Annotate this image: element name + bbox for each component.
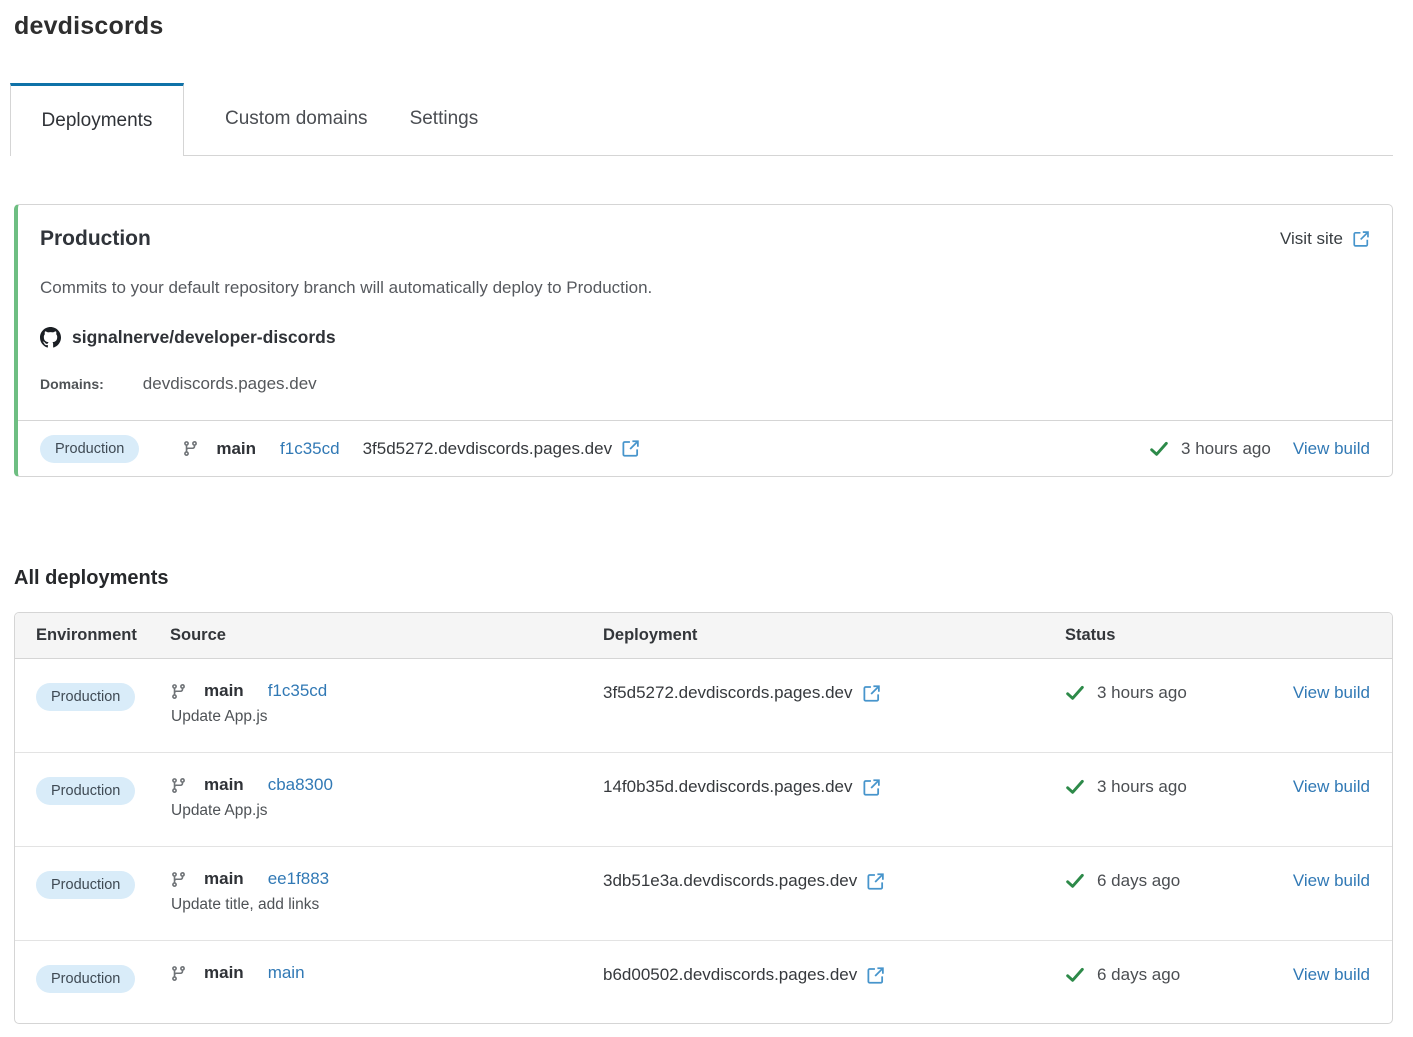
visit-site-label: Visit site [1280, 229, 1343, 249]
commit-link[interactable]: f1c35cd [280, 439, 340, 459]
deployment-cell: 3f5d5272.devdiscords.pages.dev [603, 681, 1065, 703]
domains-row: Domains: devdiscords.pages.dev [40, 374, 1370, 394]
production-deployment-row: Production main f1c35cd 3f5d5272.devdisc… [18, 420, 1392, 476]
status-time: 3 hours ago [1181, 439, 1271, 459]
external-link-icon [862, 778, 881, 797]
repository-name: signalnerve/developer-discords [72, 327, 336, 348]
environment-badge: Production [36, 871, 135, 899]
commit-link[interactable]: cba8300 [268, 775, 333, 795]
open-deployment-link[interactable] [621, 439, 640, 458]
deployment-url: 3db51e3a.devdiscords.pages.dev [603, 871, 857, 891]
commit-link[interactable]: f1c35cd [268, 681, 328, 701]
open-deployment-link[interactable] [866, 966, 885, 985]
table-row: Production main ee1f883 Update title, ad… [15, 847, 1392, 941]
source-cell: main f1c35cd Update App.js [170, 681, 603, 726]
view-build-link[interactable]: View build [1293, 777, 1370, 796]
view-build-link[interactable]: View build [1293, 871, 1370, 890]
status-cell: 3 hours ago [1065, 775, 1283, 797]
external-link-icon [1352, 230, 1370, 248]
branch-name: main [216, 439, 256, 459]
table-header: Environment Source Deployment Status [15, 613, 1392, 659]
source-cell: main main [170, 963, 603, 983]
check-icon [1065, 778, 1085, 796]
production-card: Production Visit site Commits to your de… [14, 204, 1393, 477]
branch-name: main [204, 869, 244, 889]
external-link-icon [862, 684, 881, 703]
git-branch-icon [170, 871, 187, 888]
open-deployment-link[interactable] [866, 872, 885, 891]
status-cell: 6 days ago [1065, 869, 1283, 891]
status-time: 6 days ago [1097, 965, 1180, 985]
environment-badge: Production [40, 435, 139, 463]
domains-value: devdiscords.pages.dev [143, 374, 317, 394]
deployments-table: Environment Source Deployment Status Pro… [14, 612, 1393, 1024]
deployment-cell: b6d00502.devdiscords.pages.dev [603, 963, 1065, 985]
check-icon [1065, 966, 1085, 984]
deployment-url: 14f0b35d.devdiscords.pages.dev [603, 777, 853, 797]
open-deployment-link[interactable] [862, 684, 881, 703]
git-branch-icon [170, 777, 187, 794]
git-branch-icon [182, 440, 199, 457]
table-row: Production main cba8300 Update App.js 14… [15, 753, 1392, 847]
production-title: Production [40, 227, 151, 251]
status-time: 3 hours ago [1097, 683, 1187, 703]
check-icon [1149, 440, 1169, 458]
external-link-icon [621, 439, 640, 458]
view-build-link[interactable]: View build [1293, 965, 1370, 984]
tab-custom-domains[interactable]: Custom domains [204, 83, 389, 155]
column-header-source: Source [170, 626, 603, 645]
external-link-icon [866, 966, 885, 985]
commit-message: Update App.js [171, 802, 603, 820]
git-branch-icon [170, 965, 187, 982]
tab-settings[interactable]: Settings [389, 83, 500, 155]
production-status: 3 hours ago View build [1149, 439, 1370, 459]
environment-badge: Production [36, 777, 135, 805]
domains-label: Domains: [40, 376, 104, 392]
commit-link[interactable]: main [268, 963, 305, 983]
tab-deployments[interactable]: Deployments [10, 83, 184, 156]
source-cell: main cba8300 Update App.js [170, 775, 603, 820]
branch-name: main [204, 681, 244, 701]
branch-name: main [204, 775, 244, 795]
commit-link[interactable]: ee1f883 [268, 869, 329, 889]
status-cell: 6 days ago [1065, 963, 1283, 985]
column-header-status: Status [1065, 626, 1283, 645]
branch-name: main [204, 963, 244, 983]
source-info: main f1c35cd [182, 439, 339, 459]
deployment-url: 3f5d5272.devdiscords.pages.dev [363, 439, 613, 459]
github-icon [40, 327, 61, 348]
deployment-cell: 3db51e3a.devdiscords.pages.dev [603, 869, 1065, 891]
deployment-url-group: 3f5d5272.devdiscords.pages.dev [363, 439, 641, 459]
check-icon [1065, 872, 1085, 890]
environment-badge: Production [36, 965, 135, 993]
table-row: Production main f1c35cd Update App.js 3f… [15, 659, 1392, 753]
page-title: devdiscords [14, 12, 1393, 41]
environment-badge: Production [36, 683, 135, 711]
column-header-environment: Environment [36, 626, 170, 645]
status-group: 3 hours ago [1149, 439, 1271, 459]
status-cell: 3 hours ago [1065, 681, 1283, 703]
production-description: Commits to your default repository branc… [40, 278, 1370, 298]
status-time: 6 days ago [1097, 871, 1180, 891]
git-branch-icon [170, 683, 187, 700]
deployment-url: 3f5d5272.devdiscords.pages.dev [603, 683, 853, 703]
view-build-link[interactable]: View build [1293, 683, 1370, 702]
external-link-icon [866, 872, 885, 891]
check-icon [1065, 684, 1085, 702]
status-time: 3 hours ago [1097, 777, 1187, 797]
tab-bar: Deployments Custom domains Settings [10, 83, 1393, 156]
source-cell: main ee1f883 Update title, add links [170, 869, 603, 914]
commit-message: Update title, add links [171, 896, 603, 914]
repository-row: signalnerve/developer-discords [40, 327, 1370, 348]
all-deployments-title: All deployments [14, 567, 1393, 590]
open-deployment-link[interactable] [862, 778, 881, 797]
deployment-url: b6d00502.devdiscords.pages.dev [603, 965, 857, 985]
commit-message: Update App.js [171, 708, 603, 726]
column-header-deployment: Deployment [603, 626, 1065, 645]
deployment-cell: 14f0b35d.devdiscords.pages.dev [603, 775, 1065, 797]
view-build-link[interactable]: View build [1293, 439, 1370, 459]
table-row: Production main main b6d00502.devdiscord… [15, 941, 1392, 1023]
visit-site-link[interactable]: Visit site [1280, 229, 1370, 249]
